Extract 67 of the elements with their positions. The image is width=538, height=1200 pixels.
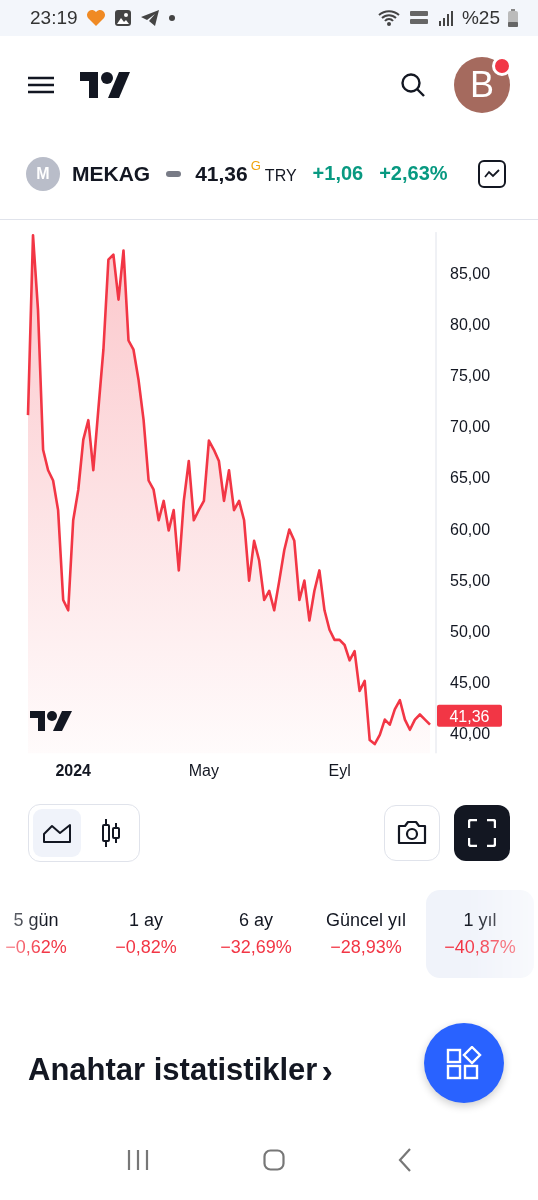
- widgets-icon: [446, 1046, 482, 1080]
- currency-label: TRY: [264, 166, 297, 185]
- menu-icon[interactable]: [28, 76, 54, 94]
- last-price: 41,36: [195, 161, 248, 186]
- camera-icon: [396, 820, 428, 846]
- user-avatar[interactable]: B: [454, 57, 510, 113]
- axis-label: 50,00: [450, 622, 491, 640]
- section-title[interactable]: Anahtar istatistikler: [28, 1052, 318, 1088]
- period-label: 6 ay: [239, 910, 273, 931]
- area-chart-icon: [42, 822, 72, 844]
- period-change: −32,69%: [220, 937, 292, 958]
- fullscreen-icon: [468, 819, 496, 847]
- axis-label: 65,00: [450, 469, 491, 487]
- battery-icon: [508, 9, 518, 27]
- axis-label: 60,00: [450, 520, 491, 538]
- fullscreen-button[interactable]: [454, 805, 510, 861]
- recent-apps-icon[interactable]: [126, 1149, 151, 1171]
- period-tab[interactable]: Güncel yıl −28,93%: [316, 890, 416, 978]
- period-change: −28,93%: [330, 937, 402, 958]
- heart-icon: [85, 9, 106, 27]
- logo-icon[interactable]: [80, 72, 130, 98]
- period-tab[interactable]: 1 ay −0,82%: [96, 890, 196, 978]
- market-status-icon: [166, 170, 182, 177]
- percent-change: +2,63%: [379, 162, 448, 185]
- axis-label: Eyl: [328, 762, 351, 779]
- axis-label: 70,00: [450, 418, 491, 436]
- dot-icon: [167, 14, 176, 22]
- period-tab[interactable]: 5 gün −0,62%: [0, 890, 86, 978]
- axis-label: 75,00: [450, 367, 491, 385]
- period-label: 1 yıl: [463, 910, 497, 931]
- battery-percent: %25: [461, 7, 500, 29]
- delay-label: G: [250, 158, 261, 173]
- period-label: 1 ay: [129, 910, 163, 931]
- axis-label: May: [188, 762, 219, 779]
- axis-label: 80,00: [450, 316, 491, 334]
- paper-plane-icon: [139, 9, 160, 27]
- candlestick-icon: [100, 818, 122, 848]
- period-tab[interactable]: 1 yıl −40,87%: [426, 890, 534, 978]
- axis-label: 45,00: [450, 673, 491, 691]
- logo-icon: [30, 711, 72, 731]
- period-label: Güncel yıl: [325, 910, 406, 931]
- period-label: 5 gün: [13, 910, 59, 931]
- period-change: −40,87%: [444, 937, 516, 958]
- line-chart-icon: [484, 168, 500, 179]
- period-change: −0,82%: [115, 937, 177, 958]
- image-icon: [113, 9, 132, 27]
- search-icon[interactable]: [400, 72, 426, 98]
- axis-label: 85,00: [450, 265, 491, 282]
- wifi-icon: [377, 9, 400, 27]
- symbol-logo: M: [26, 156, 60, 191]
- axis-label: 55,00: [450, 571, 491, 589]
- axis-label: 40,00: [450, 724, 491, 742]
- chart-type-tab[interactable]: [33, 809, 81, 857]
- home-icon[interactable]: [263, 1149, 285, 1171]
- back-icon[interactable]: [397, 1148, 412, 1172]
- period-tab[interactable]: 6 ay −32,69%: [206, 890, 306, 978]
- period-change: −0,62%: [5, 937, 67, 958]
- price-tag: 41,36: [437, 704, 502, 727]
- price-change: +1,06: [312, 162, 364, 185]
- widgets-button[interactable]: [424, 1023, 504, 1103]
- chart-button[interactable]: [478, 159, 506, 188]
- axis-label: 2024: [55, 762, 91, 779]
- clock-time: 23:19: [30, 7, 78, 29]
- signal-icon: [437, 10, 454, 26]
- ticker-symbol: MEKAG: [72, 161, 151, 186]
- snapshot-button[interactable]: [384, 805, 440, 861]
- chevron-icon[interactable]: ›: [321, 1050, 333, 1090]
